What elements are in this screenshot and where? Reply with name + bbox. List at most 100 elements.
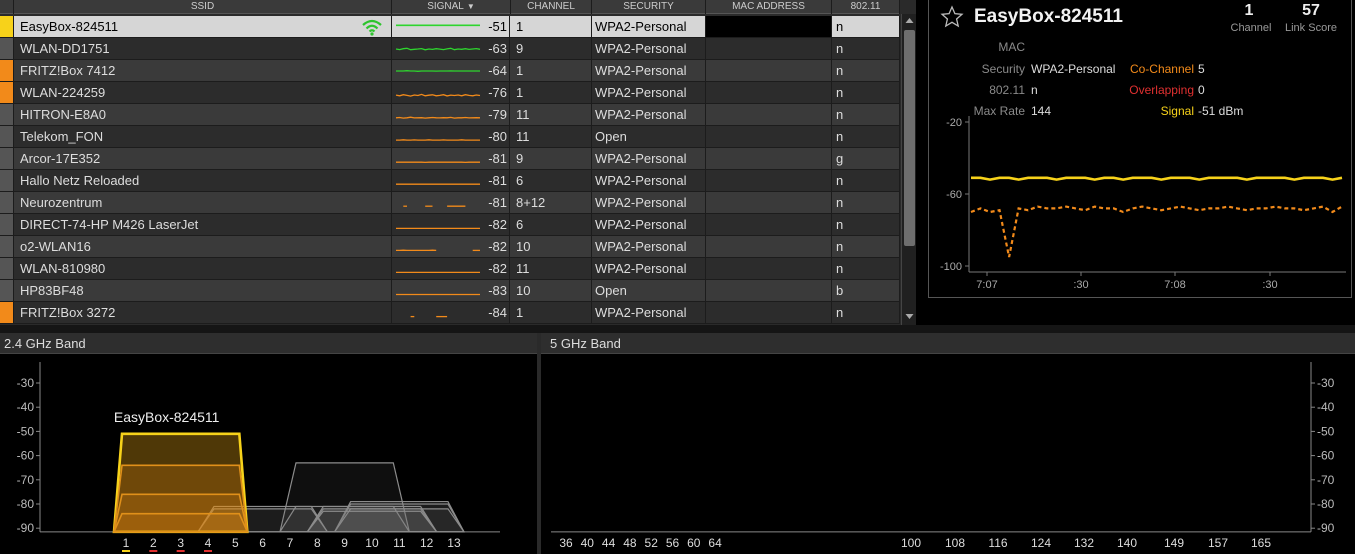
signal-value: -81	[488, 195, 507, 210]
band24-channel-label: 2	[150, 536, 157, 550]
mac-cell	[706, 16, 832, 37]
table-row[interactable]: EasyBox-824511 -51 1 WPA2-Personal n	[0, 16, 900, 38]
band5-channel-label: 36	[559, 536, 573, 550]
signal-cell: -81	[392, 148, 510, 169]
signal-sparkline	[396, 183, 480, 185]
detail-ssid-title: EasyBox-824511	[974, 6, 1123, 27]
protocol-cell: g	[832, 148, 900, 169]
network-color-swatch	[0, 60, 14, 81]
network-color-swatch	[0, 82, 14, 103]
link-score-value: 57	[1302, 2, 1320, 19]
security-cell: WPA2-Personal	[592, 38, 706, 59]
table-row[interactable]: Arcor-17E352 -81 9 WPA2-Personal g	[0, 148, 900, 170]
signal-sparkline	[396, 227, 480, 230]
band-24-chart: -30-40-50-60-70-80-90EasyBox-8245111 2 3 4 5…	[17, 362, 500, 552]
security-column-header[interactable]: SECURITY	[592, 0, 706, 14]
table-row[interactable]: DIRECT-74-HP M426 LaserJet -82 6 WPA2-Perso…	[0, 214, 900, 236]
network-color-swatch	[0, 302, 14, 323]
band24-channel-label: 12	[420, 536, 434, 550]
channel-label: Channel	[1230, 22, 1272, 34]
co-channel-label: Co-Channel	[1129, 62, 1194, 76]
overlapping-value: 0	[1198, 83, 1205, 97]
signal-header-label: SIGNAL	[427, 1, 464, 12]
ssid-cell: Arcor-17E352	[14, 148, 392, 169]
panel-divider[interactable]	[0, 325, 1355, 333]
table-row[interactable]: Telekom_FON -80 11 Open n	[0, 126, 900, 148]
proto-column-header[interactable]: 802.11	[832, 0, 900, 14]
scrollbar-thumb[interactable]	[904, 30, 915, 246]
security-cell: WPA2-Personal	[592, 214, 706, 235]
favorite-star-icon[interactable]	[940, 5, 964, 29]
mac-cell	[706, 60, 832, 81]
table-row[interactable]: HP83BF48 -83 10 Open b	[0, 280, 900, 302]
protocol-cell: n	[832, 104, 900, 125]
band24-channel-label: 10	[365, 536, 379, 550]
table-scrollbar[interactable]	[901, 14, 916, 325]
table-row[interactable]: Hallo Netz Reloaded -81 6 WPA2-Personal n	[0, 170, 900, 192]
table-row[interactable]: FRITZ!Box 3272 -84 1 WPA2-Personal n	[0, 302, 900, 324]
network-color-swatch	[0, 104, 14, 125]
security-cell: WPA2-Personal	[592, 192, 706, 213]
network-color-swatch	[0, 192, 14, 213]
band24-network-shape-selected	[112, 512, 249, 533]
scroll-down-arrow-icon[interactable]	[904, 311, 915, 322]
band5-channel-label: 149	[1164, 536, 1184, 550]
band24-channel-label: 11	[393, 536, 406, 550]
band-24-header: 2.4 GHz Band	[0, 333, 537, 354]
signal-sparkline	[396, 293, 480, 296]
channel-cell: 1	[511, 302, 592, 323]
security-cell: Open	[592, 126, 706, 147]
channel-cell: 9	[511, 38, 592, 59]
band24-channel-label: 13	[447, 536, 461, 550]
protocol-cell: n	[832, 302, 900, 323]
security-cell: WPA2-Personal	[592, 60, 706, 81]
ssid-column-header[interactable]: SSID	[14, 0, 392, 14]
scroll-up-arrow-icon[interactable]	[904, 15, 915, 26]
band5-channel-label: 44	[602, 536, 616, 550]
signal-column-header[interactable]: SIGNAL ▼	[392, 0, 511, 14]
signal-value: -79	[488, 107, 507, 122]
band24-channel-label: 4	[205, 536, 212, 550]
protocol-cell: n	[832, 258, 900, 279]
band5-channel-label: 40	[581, 536, 595, 550]
signal-value: -76	[488, 85, 507, 100]
table-header: SSID SIGNAL ▼ CHANNEL SECURITY MAC ADDRES…	[0, 0, 900, 14]
signal-value: -82	[488, 217, 507, 232]
signal-sparkline	[395, 47, 481, 51]
signal-value: -63	[488, 41, 507, 56]
signal-sparkline	[410, 315, 448, 318]
table-row[interactable]: o2-WLAN16 -82 10 WPA2-Personal n	[0, 236, 900, 258]
table-row[interactable]: WLAN-224259 -76 1 WPA2-Personal n	[0, 82, 900, 104]
channel-column-header[interactable]: CHANNEL	[511, 0, 592, 14]
band5-channel-label: 60	[687, 536, 701, 550]
table-row[interactable]: WLAN-810980 -82 11 WPA2-Personal n	[0, 258, 900, 280]
table-row[interactable]: Neurozentrum -81 8+12 WPA2-Personal n	[0, 192, 900, 214]
signal-cell: -82	[392, 214, 510, 235]
ssid-cell: Neurozentrum	[14, 192, 392, 213]
mac-cell	[706, 214, 832, 235]
mac-label: MAC	[998, 40, 1025, 54]
mac-column-header[interactable]: MAC ADDRESS	[706, 0, 832, 14]
band5-channel-label: 124	[1031, 536, 1051, 550]
table-row[interactable]: FRITZ!Box 7412 -64 1 WPA2-Personal n	[0, 60, 900, 82]
band5-y-tick: -70	[1317, 473, 1335, 487]
history-x-tick: 7:07	[976, 279, 997, 291]
signal-cell: -82	[392, 258, 510, 279]
network-color-swatch	[0, 170, 14, 191]
signal-value: -82	[488, 261, 507, 276]
signal-value: -81	[488, 151, 507, 166]
signal-value: -80	[488, 129, 507, 144]
protocol-cell: b	[832, 280, 900, 301]
band5-y-tick: -90	[1317, 521, 1335, 535]
band24-y-tick: -50	[17, 424, 35, 438]
history-y-tick: -60	[946, 189, 962, 201]
band24-y-tick: -60	[17, 449, 35, 463]
history-series-selected	[971, 176, 1343, 181]
table-row[interactable]: WLAN-DD1751 -63 9 WPA2-Personal n	[0, 38, 900, 60]
signal-sparkline	[395, 93, 481, 97]
mac-cell	[706, 192, 832, 213]
protocol-cell: n	[832, 236, 900, 257]
signal-cell: -83	[392, 280, 510, 301]
table-row[interactable]: HITRON-E8A0 -79 11 WPA2-Personal n	[0, 104, 900, 126]
mac-cell	[706, 104, 832, 125]
